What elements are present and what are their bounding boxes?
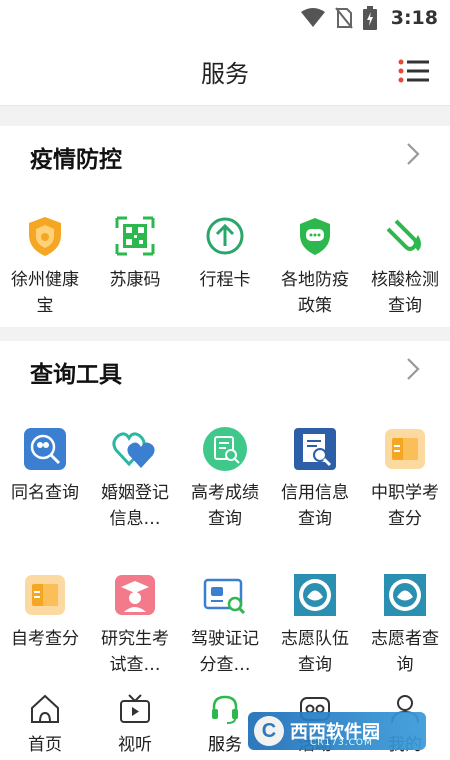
service-label: 苏康码 bbox=[109, 270, 161, 290]
service-label: 行程卡 bbox=[199, 270, 251, 290]
folder-tag-icon bbox=[25, 575, 65, 615]
exam-result-icon bbox=[203, 427, 247, 471]
service-label: 徐州健康宝 bbox=[11, 270, 79, 316]
status-time: 3:18 bbox=[390, 7, 438, 29]
hearts-icon bbox=[112, 432, 155, 468]
name-search-icon bbox=[24, 428, 66, 470]
arrow-up-circle-icon bbox=[206, 217, 244, 255]
status-bar: 3:18 bbox=[0, 0, 450, 36]
service-nucleic-test[interactable]: 核酸检测查询 bbox=[360, 213, 450, 319]
watermark-logo: C 西西软件园 CR173.COM bbox=[248, 712, 426, 750]
tab-label: 首页 bbox=[28, 735, 62, 755]
tab-media[interactable]: 视听 bbox=[90, 690, 180, 755]
watermark-sub: CR173.COM bbox=[310, 738, 373, 748]
service-label: 志愿者查询 bbox=[371, 629, 439, 675]
page-title: 服务 bbox=[201, 60, 249, 88]
service-xuzhou-health[interactable]: 徐州健康宝 bbox=[0, 213, 90, 319]
service-label: 信用信息查询 bbox=[281, 483, 349, 529]
section-divider bbox=[0, 327, 450, 341]
graduate-icon bbox=[115, 575, 155, 615]
service-sukang-code[interactable]: 苏康码 bbox=[90, 213, 180, 293]
watermark-c-icon: C bbox=[254, 716, 284, 746]
service-volunteer-team[interactable]: 志愿队伍查询 bbox=[270, 572, 360, 678]
service-label: 志愿队伍查询 bbox=[281, 629, 349, 675]
battery-charging-icon bbox=[362, 6, 377, 30]
section-title-epidemic: 疫情防控 bbox=[30, 147, 122, 173]
license-card-icon bbox=[203, 578, 246, 615]
service-credit-info[interactable]: 信用信息查询 bbox=[270, 426, 360, 532]
service-label: 中职学考查分 bbox=[371, 483, 439, 529]
test-tube-icon bbox=[386, 219, 421, 251]
chevron-right-icon[interactable] bbox=[406, 142, 420, 166]
qr-code-icon bbox=[115, 216, 155, 256]
tab-label: 视听 bbox=[118, 735, 152, 755]
menu-list-icon[interactable] bbox=[398, 58, 430, 84]
volunteer-logo-icon bbox=[384, 574, 426, 616]
service-same-name[interactable]: 同名查询 bbox=[0, 426, 90, 506]
service-label: 研究生考试查… bbox=[101, 629, 169, 675]
credit-doc-icon bbox=[294, 428, 336, 470]
service-label: 驾驶证记分查… bbox=[191, 629, 259, 675]
section-title-query-tools: 查询工具 bbox=[30, 362, 122, 388]
volunteer-logo-icon bbox=[294, 574, 336, 616]
service-volunteer-search[interactable]: 志愿者查询 bbox=[360, 572, 450, 678]
service-label: 同名查询 bbox=[11, 483, 79, 503]
service-trip-card[interactable]: 行程卡 bbox=[180, 213, 270, 293]
service-marriage-info[interactable]: 婚姻登记信息… bbox=[90, 426, 180, 532]
home-icon bbox=[31, 694, 59, 723]
service-license-points[interactable]: 驾驶证记分查… bbox=[180, 572, 270, 678]
section-divider bbox=[0, 106, 450, 126]
no-sim-icon bbox=[334, 7, 353, 29]
service-vocational-score[interactable]: 中职学考查分 bbox=[360, 426, 450, 532]
tv-icon bbox=[120, 694, 150, 723]
service-label: 各地防疫政策 bbox=[281, 270, 349, 316]
service-label: 自考查分 bbox=[11, 629, 79, 649]
service-gaokao-score[interactable]: 高考成绩查询 bbox=[180, 426, 270, 532]
chat-shield-icon bbox=[300, 218, 330, 255]
service-postgrad-exam[interactable]: 研究生考试查… bbox=[90, 572, 180, 678]
service-local-policies[interactable]: 各地防疫政策 bbox=[270, 213, 360, 319]
folder-tag-icon bbox=[385, 429, 425, 469]
app-header: 服务 bbox=[0, 36, 450, 106]
service-label: 核酸检测查询 bbox=[371, 270, 439, 316]
wifi-icon bbox=[300, 8, 325, 27]
service-label: 婚姻登记信息… bbox=[101, 483, 169, 529]
headset-icon bbox=[212, 695, 238, 724]
chevron-right-icon[interactable] bbox=[406, 357, 420, 381]
tab-home[interactable]: 首页 bbox=[0, 690, 90, 755]
service-label: 高考成绩查询 bbox=[191, 483, 259, 529]
service-self-exam-score[interactable]: 自考查分 bbox=[0, 572, 90, 652]
shield-icon bbox=[29, 217, 61, 256]
